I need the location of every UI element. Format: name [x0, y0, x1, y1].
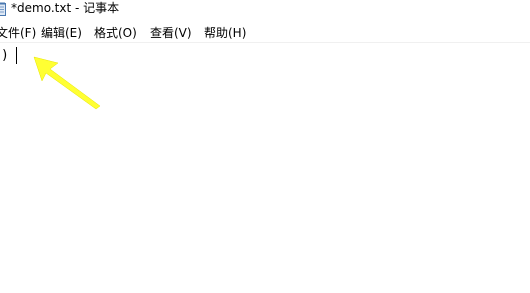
menu-help[interactable]: 帮助(H) [204, 25, 246, 41]
text-editor-area[interactable]: ) [0, 43, 530, 293]
menu-edit[interactable]: 编辑(E) [41, 25, 82, 41]
window-title: *demo.txt - 记事本 [11, 1, 120, 15]
notepad-icon [0, 1, 6, 16]
editor-content: ) [1, 48, 9, 63]
menu-bar: 文件(F) 编辑(E) 格式(O) 查看(V) 帮助(H) [0, 22, 530, 43]
notepad-window: *demo.txt - 记事本 文件(F) 编辑(E) 格式(O) 查看(V) … [0, 0, 530, 293]
text-caret [16, 47, 17, 64]
title-bar[interactable]: *demo.txt - 记事本 [0, 0, 530, 20]
menu-format[interactable]: 格式(O) [94, 25, 137, 41]
menu-view[interactable]: 查看(V) [150, 25, 192, 41]
menu-file[interactable]: 文件(F) [0, 25, 36, 41]
